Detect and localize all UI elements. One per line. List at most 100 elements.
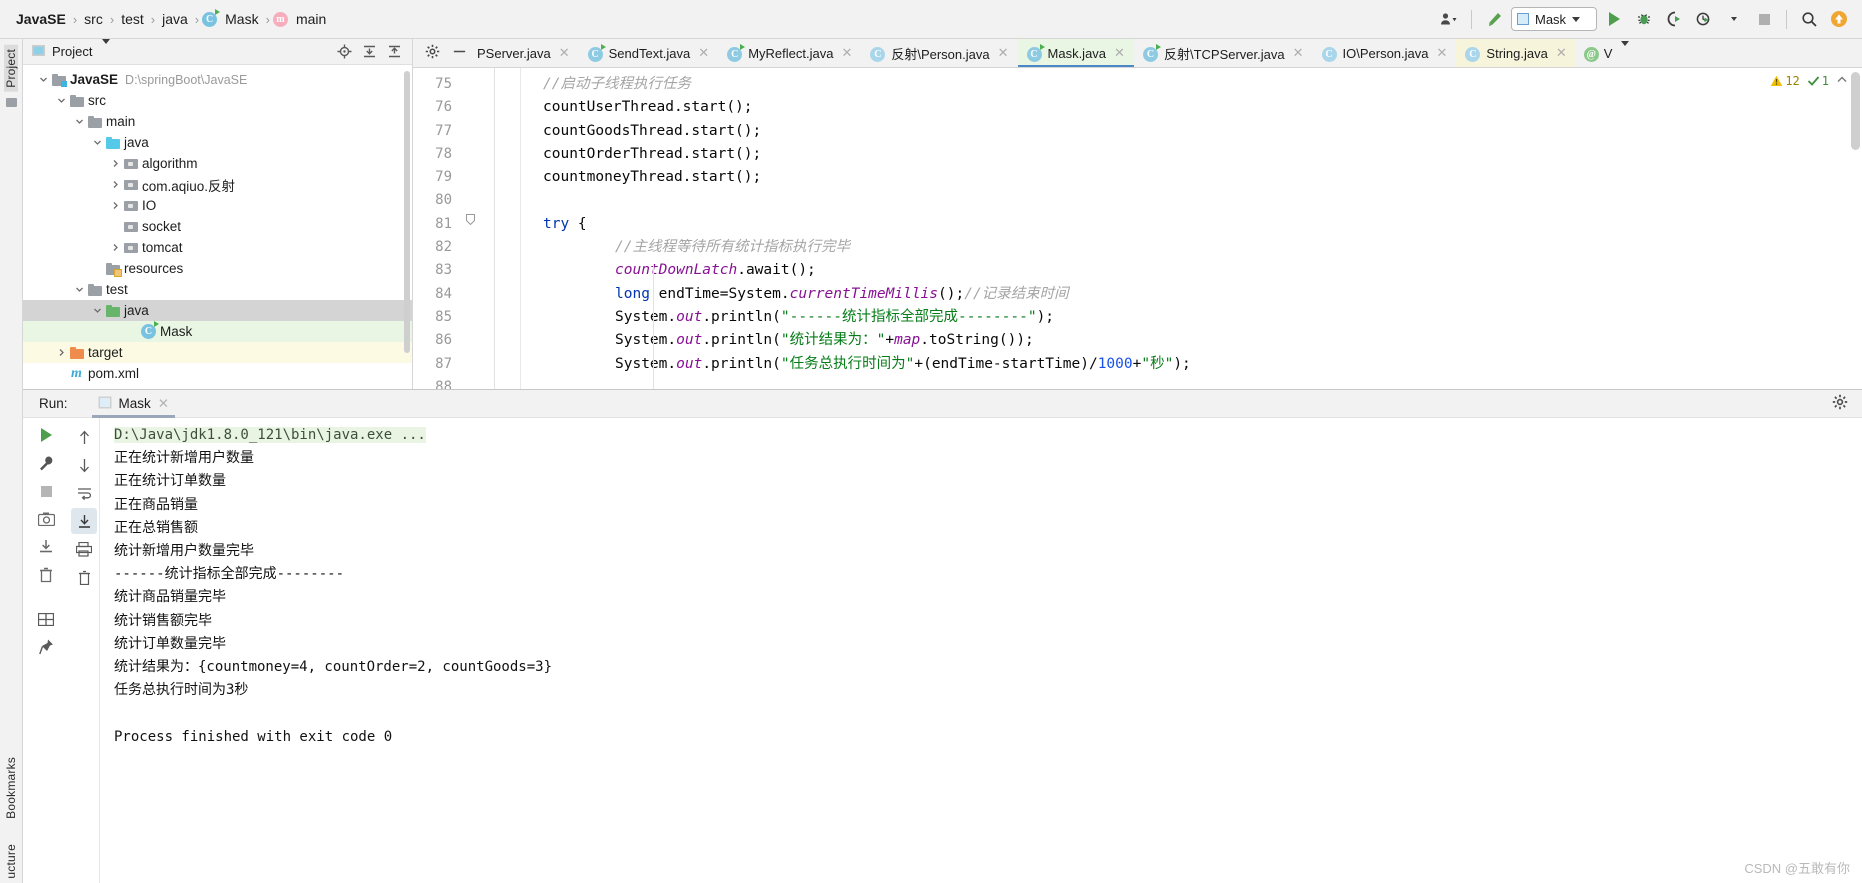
tab-fanshe-tcpserver-java[interactable]: C 反射\TCPServer.java ✕ bbox=[1134, 39, 1313, 67]
code-text[interactable]: //启动子线程执行任务 countUserThread.start(); cou… bbox=[481, 68, 1862, 389]
chevron-down-icon[interactable] bbox=[37, 75, 50, 84]
fold-region-icon[interactable] bbox=[466, 213, 475, 226]
close-icon[interactable]: ✕ bbox=[1293, 45, 1304, 61]
collapse-all-icon[interactable] bbox=[386, 44, 402, 60]
wrench-icon[interactable] bbox=[33, 450, 59, 476]
chevron-down-icon[interactable] bbox=[55, 96, 68, 105]
tree-row-socket[interactable]: socket bbox=[23, 216, 412, 237]
stop-icon[interactable] bbox=[33, 478, 59, 504]
close-icon[interactable]: ✕ bbox=[559, 45, 570, 61]
editor-scrollbar[interactable] bbox=[1851, 72, 1860, 150]
export-icon[interactable] bbox=[33, 534, 59, 560]
breadcrumb-item-java[interactable]: java bbox=[158, 11, 192, 27]
scroll-down-icon[interactable] bbox=[71, 452, 97, 478]
rerun-icon[interactable] bbox=[33, 422, 59, 448]
close-icon[interactable]: ✕ bbox=[698, 45, 709, 61]
chevron-right-icon[interactable] bbox=[109, 180, 122, 189]
close-icon[interactable]: ✕ bbox=[841, 45, 852, 61]
tree-row-resources[interactable]: resources bbox=[23, 258, 412, 279]
run-configuration-selector[interactable]: Mask bbox=[1511, 7, 1597, 31]
tree-row-src[interactable]: src bbox=[23, 90, 412, 111]
locate-icon[interactable] bbox=[336, 44, 352, 60]
tree-row-tomcat[interactable]: tomcat bbox=[23, 237, 412, 258]
close-icon[interactable]: ✕ bbox=[998, 45, 1009, 61]
scroll-up-icon[interactable] bbox=[71, 424, 97, 450]
console-output[interactable]: D:\Java\jdk1.8.0_121\bin\java.exe ... 正在… bbox=[100, 418, 1862, 883]
camera-icon[interactable] bbox=[33, 506, 59, 532]
close-icon[interactable]: ✕ bbox=[1114, 45, 1125, 61]
project-tree[interactable]: JavaSE D:\springBoot\JavaSE src main jav… bbox=[23, 65, 412, 389]
chevron-down-icon[interactable] bbox=[102, 39, 111, 59]
tab-sendtext-java[interactable]: C SendText.java ✕ bbox=[579, 39, 719, 67]
settings-gear-icon[interactable] bbox=[425, 44, 440, 62]
clear-all-icon[interactable] bbox=[71, 564, 97, 590]
tab-fanshe-person-java[interactable]: C 反射\Person.java ✕ bbox=[861, 39, 1017, 67]
tab-io-person-java[interactable]: C IO\Person.java ✕ bbox=[1313, 39, 1457, 67]
user-dropdown-icon[interactable] bbox=[1436, 7, 1462, 31]
print-icon[interactable] bbox=[71, 536, 97, 562]
tab-mask-java[interactable]: C Mask.java ✕ bbox=[1017, 39, 1135, 67]
chevron-right-icon[interactable] bbox=[55, 348, 68, 357]
breadcrumb-item-mask[interactable]: Mask bbox=[221, 11, 262, 27]
tree-row-mask[interactable]: C Mask bbox=[23, 321, 412, 342]
inspection-widget[interactable]: 12 1 bbox=[1770, 74, 1848, 88]
inspection-gutter[interactable] bbox=[1844, 68, 1862, 389]
chevron-right-icon[interactable] bbox=[109, 201, 122, 210]
warning-triangle-icon[interactable]: 12 bbox=[1770, 74, 1800, 88]
chevron-down-icon[interactable] bbox=[91, 306, 104, 315]
debug-icon[interactable] bbox=[1631, 7, 1657, 31]
code-folding-gutter[interactable] bbox=[461, 68, 481, 389]
tree-row-main[interactable]: main bbox=[23, 111, 412, 132]
profiler-dropdown-icon[interactable] bbox=[1721, 7, 1747, 31]
breadcrumb-item-test[interactable]: test bbox=[117, 11, 148, 27]
update-available-icon[interactable] bbox=[1826, 7, 1852, 31]
run-icon[interactable] bbox=[1601, 7, 1627, 31]
chevron-up-icon[interactable] bbox=[1836, 74, 1848, 88]
profiler-icon[interactable] bbox=[1691, 7, 1717, 31]
search-everywhere-icon[interactable] bbox=[1796, 7, 1822, 31]
build-hammer-icon[interactable] bbox=[1481, 7, 1507, 31]
scroll-to-end-icon[interactable] bbox=[71, 508, 97, 534]
project-tree-scrollbar[interactable] bbox=[404, 71, 410, 353]
pin-icon[interactable] bbox=[33, 634, 59, 660]
tree-row-target[interactable]: target bbox=[23, 342, 412, 363]
expand-all-icon[interactable] bbox=[361, 44, 377, 60]
soft-wrap-icon[interactable] bbox=[71, 480, 97, 506]
tab-string-java[interactable]: C String.java ✕ bbox=[1456, 39, 1576, 67]
sidebar-item-structure[interactable]: ucture bbox=[4, 840, 18, 883]
checkmark-icon[interactable]: 1 bbox=[1807, 74, 1829, 88]
chevron-down-icon[interactable] bbox=[73, 117, 86, 126]
breadcrumb-item-src[interactable]: src bbox=[80, 11, 107, 27]
sidebar-item-bookmarks[interactable]: Bookmarks bbox=[4, 753, 18, 823]
hide-panel-icon[interactable] bbox=[452, 44, 467, 62]
tree-row-algorithm[interactable]: algorithm bbox=[23, 153, 412, 174]
close-icon[interactable]: ✕ bbox=[1437, 45, 1448, 61]
layout-icon[interactable] bbox=[33, 606, 59, 632]
run-tab-mask[interactable]: Mask ✕ bbox=[90, 390, 178, 418]
tab-overflow[interactable]: @ V bbox=[1576, 39, 1638, 67]
tree-row-io[interactable]: IO bbox=[23, 195, 412, 216]
trash-icon[interactable] bbox=[33, 562, 59, 588]
tree-row-java-test[interactable]: java bbox=[23, 300, 412, 321]
tab-pserver-java[interactable]: PServer.java ✕ bbox=[477, 39, 579, 67]
chevron-down-icon[interactable] bbox=[91, 138, 104, 147]
code-editor[interactable]: 75 76 77 78 79 80 81 82 83 84 85 86 87 8… bbox=[413, 68, 1862, 389]
tree-row-com-aqiuo[interactable]: com.aqiuo.反射 bbox=[23, 174, 412, 195]
tree-row-pom-xml[interactable]: m pom.xml bbox=[23, 363, 412, 384]
sidebar-item-project[interactable]: Project bbox=[4, 45, 18, 92]
tree-row-test[interactable]: test bbox=[23, 279, 412, 300]
tab-myreflect-java[interactable]: C MyReflect.java ✕ bbox=[718, 39, 861, 67]
structure-icon[interactable] bbox=[5, 97, 17, 107]
chevron-down-icon[interactable] bbox=[73, 285, 86, 294]
tree-row-javase[interactable]: JavaSE D:\springBoot\JavaSE bbox=[23, 69, 412, 90]
chevron-right-icon[interactable] bbox=[109, 159, 122, 168]
breadcrumb-item-main[interactable]: main bbox=[292, 11, 330, 27]
run-with-coverage-icon[interactable] bbox=[1661, 7, 1687, 31]
close-icon[interactable]: ✕ bbox=[158, 396, 169, 412]
stop-icon[interactable] bbox=[1751, 7, 1777, 31]
close-icon[interactable]: ✕ bbox=[1556, 45, 1567, 61]
chevron-down-icon[interactable] bbox=[1621, 40, 1630, 61]
breadcrumb-item-javase[interactable]: JavaSE bbox=[12, 11, 70, 27]
settings-gear-icon[interactable] bbox=[1832, 394, 1848, 413]
chevron-right-icon[interactable] bbox=[109, 243, 122, 252]
